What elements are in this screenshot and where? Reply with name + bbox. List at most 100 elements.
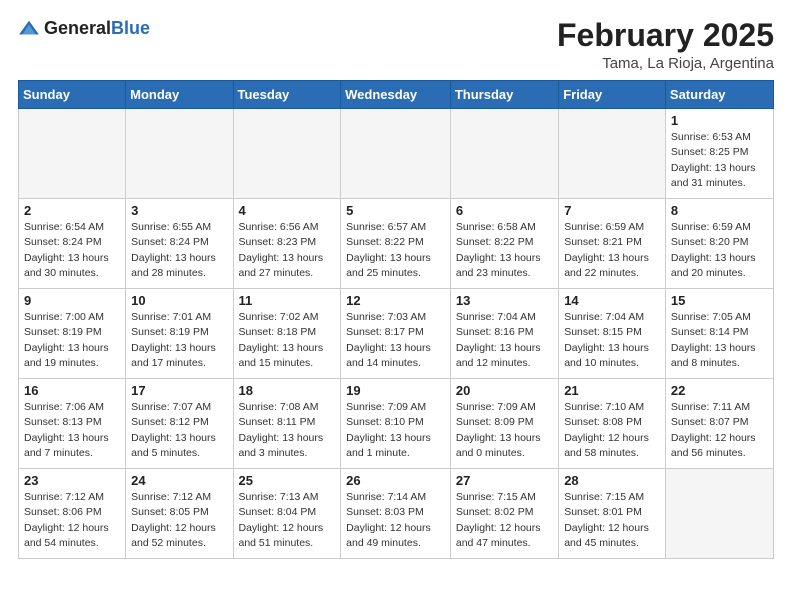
day-number: 5 — [346, 203, 445, 218]
day-header-saturday: Saturday — [665, 81, 773, 109]
calendar-cell: 7 Sunrise: 6:59 AM Sunset: 8:21 PM Daylig… — [559, 199, 666, 289]
calendar-cell — [233, 109, 341, 199]
calendar-table: SundayMondayTuesdayWednesdayThursdayFrid… — [18, 80, 774, 559]
calendar-cell: 27Sunrise: 7:15 AM Sunset: 8:02 PM Dayli… — [450, 469, 558, 559]
day-info: Sunrise: 7:06 AM Sunset: 8:13 PM Dayligh… — [24, 400, 120, 461]
calendar-header-row: SundayMondayTuesdayWednesdayThursdayFrid… — [19, 81, 774, 109]
day-number: 9 — [24, 293, 120, 308]
calendar-week-0: 1Sunrise: 6:53 AM Sunset: 8:25 PM Daylig… — [19, 109, 774, 199]
calendar-cell: 9 Sunrise: 7:00 AM Sunset: 8:19 PM Daylig… — [19, 289, 126, 379]
day-number: 28 — [564, 473, 660, 488]
day-info: Sunrise: 7:04 AM Sunset: 8:16 PM Dayligh… — [456, 310, 553, 371]
calendar-cell: 12 Sunrise: 7:03 AM Sunset: 8:17 PM Dayli… — [341, 289, 451, 379]
day-header-sunday: Sunday — [19, 81, 126, 109]
calendar-cell: 21Sunrise: 7:10 AM Sunset: 8:08 PM Dayli… — [559, 379, 666, 469]
day-number: 26 — [346, 473, 445, 488]
calendar-cell: 25 Sunrise: 7:13 AM Sunset: 8:04 PM Dayli… — [233, 469, 341, 559]
day-info: Sunrise: 6:57 AM Sunset: 8:22 PM Dayligh… — [346, 220, 445, 281]
calendar-cell: 10 Sunrise: 7:01 AM Sunset: 8:19 PM Dayli… — [126, 289, 233, 379]
day-number: 14 — [564, 293, 660, 308]
calendar-cell: 28 Sunrise: 7:15 AM Sunset: 8:01 PM Dayli… — [559, 469, 666, 559]
logo: GeneralBlue — [18, 18, 150, 40]
day-info: Sunrise: 6:59 AM Sunset: 8:21 PM Dayligh… — [564, 220, 660, 281]
day-info: Sunrise: 7:08 AM Sunset: 8:11 PM Dayligh… — [239, 400, 336, 461]
day-info: Sunrise: 7:12 AM Sunset: 8:06 PM Dayligh… — [24, 490, 120, 551]
day-number: 20 — [456, 383, 553, 398]
day-number: 4 — [239, 203, 336, 218]
day-header-tuesday: Tuesday — [233, 81, 341, 109]
day-number: 10 — [131, 293, 227, 308]
month-title: February 2025 — [557, 18, 774, 53]
calendar-cell: 2 Sunrise: 6:54 AM Sunset: 8:24 PM Daylig… — [19, 199, 126, 289]
calendar-week-3: 16 Sunrise: 7:06 AM Sunset: 8:13 PM Dayli… — [19, 379, 774, 469]
day-number: 15 — [671, 293, 768, 308]
day-info: Sunrise: 7:01 AM Sunset: 8:19 PM Dayligh… — [131, 310, 227, 371]
calendar-week-1: 2 Sunrise: 6:54 AM Sunset: 8:24 PM Daylig… — [19, 199, 774, 289]
day-number: 6 — [456, 203, 553, 218]
calendar-cell — [665, 469, 773, 559]
calendar-cell — [126, 109, 233, 199]
day-info: Sunrise: 7:11 AM Sunset: 8:07 PM Dayligh… — [671, 400, 768, 461]
calendar-cell: 17Sunrise: 7:07 AM Sunset: 8:12 PM Dayli… — [126, 379, 233, 469]
day-info: Sunrise: 7:03 AM Sunset: 8:17 PM Dayligh… — [346, 310, 445, 371]
day-info: Sunrise: 7:09 AM Sunset: 8:09 PM Dayligh… — [456, 400, 553, 461]
title-area: February 2025 Tama, La Rioja, Argentina — [557, 18, 774, 72]
day-number: 1 — [671, 113, 768, 128]
day-header-friday: Friday — [559, 81, 666, 109]
day-number: 8 — [671, 203, 768, 218]
calendar-cell: 4 Sunrise: 6:56 AM Sunset: 8:23 PM Daylig… — [233, 199, 341, 289]
day-header-wednesday: Wednesday — [341, 81, 451, 109]
calendar-cell: 11Sunrise: 7:02 AM Sunset: 8:18 PM Dayli… — [233, 289, 341, 379]
calendar-cell — [341, 109, 451, 199]
calendar-cell: 1Sunrise: 6:53 AM Sunset: 8:25 PM Daylig… — [665, 109, 773, 199]
calendar-cell — [559, 109, 666, 199]
day-number: 25 — [239, 473, 336, 488]
day-number: 24 — [131, 473, 227, 488]
calendar-cell: 15Sunrise: 7:05 AM Sunset: 8:14 PM Dayli… — [665, 289, 773, 379]
day-info: Sunrise: 7:09 AM Sunset: 8:10 PM Dayligh… — [346, 400, 445, 461]
day-info: Sunrise: 6:54 AM Sunset: 8:24 PM Dayligh… — [24, 220, 120, 281]
day-info: Sunrise: 6:58 AM Sunset: 8:22 PM Dayligh… — [456, 220, 553, 281]
day-info: Sunrise: 7:14 AM Sunset: 8:03 PM Dayligh… — [346, 490, 445, 551]
day-number: 2 — [24, 203, 120, 218]
day-number: 12 — [346, 293, 445, 308]
calendar-cell: 24 Sunrise: 7:12 AM Sunset: 8:05 PM Dayli… — [126, 469, 233, 559]
day-info: Sunrise: 7:13 AM Sunset: 8:04 PM Dayligh… — [239, 490, 336, 551]
calendar-cell: 22 Sunrise: 7:11 AM Sunset: 8:07 PM Dayli… — [665, 379, 773, 469]
calendar-cell: 13 Sunrise: 7:04 AM Sunset: 8:16 PM Dayli… — [450, 289, 558, 379]
day-info: Sunrise: 6:56 AM Sunset: 8:23 PM Dayligh… — [239, 220, 336, 281]
day-number: 7 — [564, 203, 660, 218]
header: GeneralBlue February 2025 Tama, La Rioja… — [18, 18, 774, 72]
page: GeneralBlue February 2025 Tama, La Rioja… — [0, 0, 792, 612]
day-number: 3 — [131, 203, 227, 218]
day-number: 27 — [456, 473, 553, 488]
day-number: 23 — [24, 473, 120, 488]
day-info: Sunrise: 7:15 AM Sunset: 8:01 PM Dayligh… — [564, 490, 660, 551]
day-number: 17 — [131, 383, 227, 398]
calendar-week-2: 9 Sunrise: 7:00 AM Sunset: 8:19 PM Daylig… — [19, 289, 774, 379]
day-number: 16 — [24, 383, 120, 398]
calendar-cell: 14 Sunrise: 7:04 AM Sunset: 8:15 PM Dayli… — [559, 289, 666, 379]
calendar-cell: 18 Sunrise: 7:08 AM Sunset: 8:11 PM Dayli… — [233, 379, 341, 469]
day-info: Sunrise: 7:04 AM Sunset: 8:15 PM Dayligh… — [564, 310, 660, 371]
day-info: Sunrise: 7:02 AM Sunset: 8:18 PM Dayligh… — [239, 310, 336, 371]
day-number: 18 — [239, 383, 336, 398]
day-info: Sunrise: 7:00 AM Sunset: 8:19 PM Dayligh… — [24, 310, 120, 371]
day-number: 22 — [671, 383, 768, 398]
day-info: Sunrise: 7:12 AM Sunset: 8:05 PM Dayligh… — [131, 490, 227, 551]
calendar-cell — [450, 109, 558, 199]
calendar-week-4: 23 Sunrise: 7:12 AM Sunset: 8:06 PM Dayli… — [19, 469, 774, 559]
location-title: Tama, La Rioja, Argentina — [557, 55, 774, 72]
calendar-cell: 19Sunrise: 7:09 AM Sunset: 8:10 PM Dayli… — [341, 379, 451, 469]
calendar-cell: 20 Sunrise: 7:09 AM Sunset: 8:09 PM Dayli… — [450, 379, 558, 469]
logo-icon — [18, 18, 40, 40]
day-number: 13 — [456, 293, 553, 308]
calendar-cell: 5 Sunrise: 6:57 AM Sunset: 8:22 PM Daylig… — [341, 199, 451, 289]
logo-text-general: General — [44, 18, 111, 38]
calendar-cell: 16 Sunrise: 7:06 AM Sunset: 8:13 PM Dayli… — [19, 379, 126, 469]
calendar-cell: 6 Sunrise: 6:58 AM Sunset: 8:22 PM Daylig… — [450, 199, 558, 289]
logo-text-blue: Blue — [111, 18, 150, 38]
calendar-cell: 26 Sunrise: 7:14 AM Sunset: 8:03 PM Dayli… — [341, 469, 451, 559]
day-header-monday: Monday — [126, 81, 233, 109]
day-info: Sunrise: 6:55 AM Sunset: 8:24 PM Dayligh… — [131, 220, 227, 281]
